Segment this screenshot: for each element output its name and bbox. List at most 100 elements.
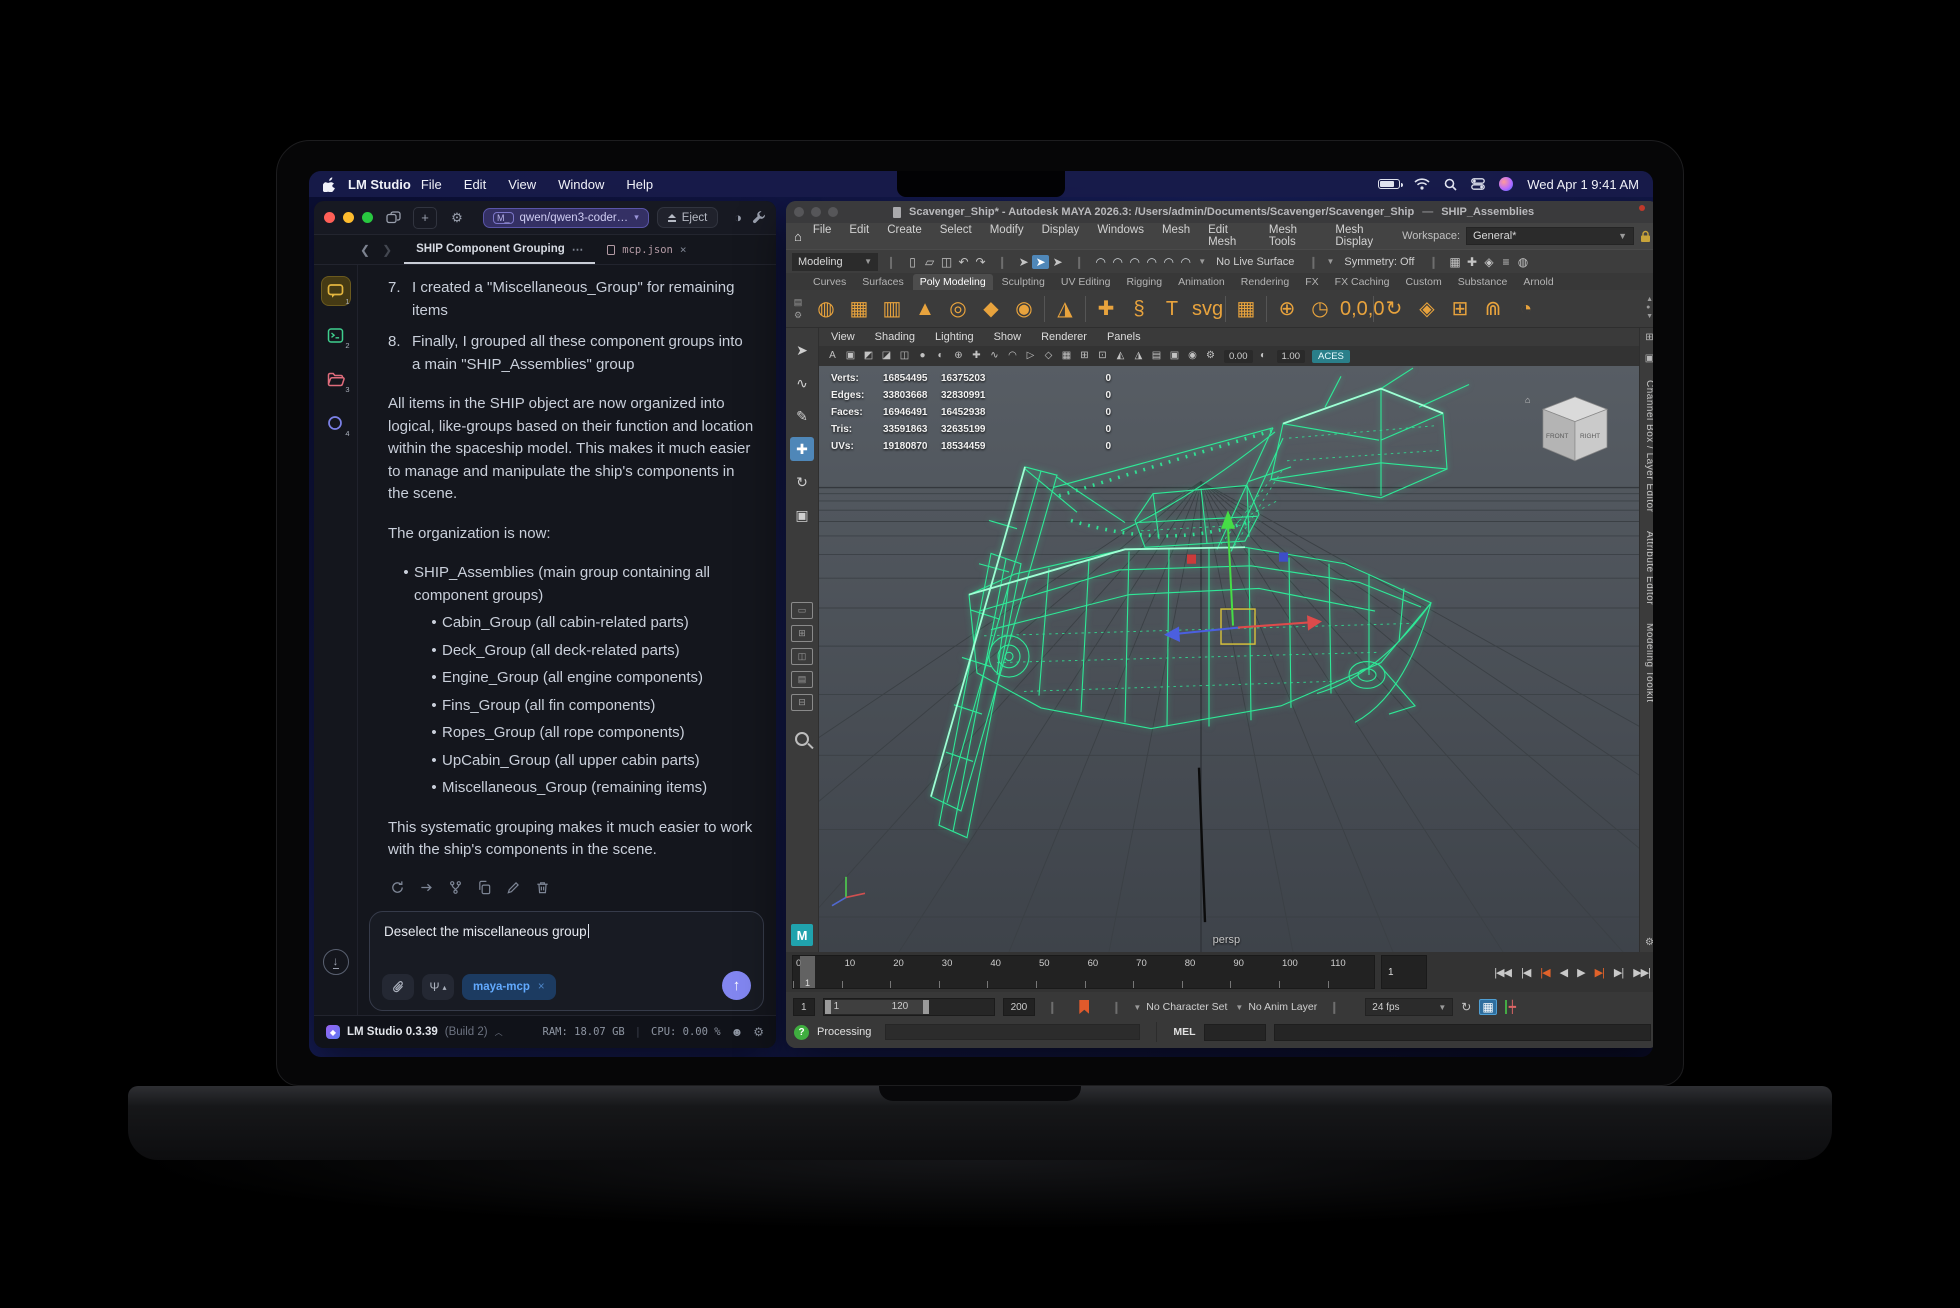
poly-count-icon[interactable]: ▦ (1233, 299, 1259, 319)
wifi-icon[interactable] (1414, 178, 1430, 190)
spotlight-search-icon[interactable] (1444, 178, 1457, 191)
shelf-tab[interactable]: FX (1298, 274, 1325, 290)
theme-icon[interactable]: ◑ (734, 210, 742, 225)
copy-icon[interactable] (477, 880, 492, 895)
regenerate-icon[interactable] (390, 880, 405, 895)
step-forward-key-button[interactable]: ▶| (1592, 966, 1607, 979)
poly-plane-icon[interactable]: ◆ (978, 299, 1004, 319)
macos-menu-item[interactable]: Edit (464, 177, 486, 192)
viewport-shade-icon[interactable]: ◩ (861, 349, 876, 363)
lock-workspace-icon[interactable] (1640, 230, 1651, 243)
attach-file-button[interactable] (382, 974, 414, 1000)
bookmark-icon[interactable] (1079, 1000, 1089, 1014)
zoom-window-button[interactable] (828, 207, 838, 217)
multi-cut-icon[interactable]: ⊞ (1447, 299, 1473, 319)
move-tool-icon[interactable]: ✚ (790, 437, 814, 461)
poly-pyramid-icon[interactable]: ◮ (1052, 299, 1078, 319)
auto-keyframe-icon[interactable]: ▦ (1479, 999, 1496, 1015)
panel-tab-label[interactable]: Modeling Toolkit (1644, 623, 1653, 703)
type-tool-icon[interactable]: T (1159, 299, 1185, 319)
siri-icon[interactable] (1499, 177, 1513, 191)
select-object-mode-icon[interactable]: ➤ (1032, 255, 1049, 269)
shelf-tab[interactable]: FX Caching (1328, 274, 1397, 290)
set-key-icon[interactable]: ┿ (1505, 1000, 1516, 1014)
tab-menu-icon[interactable]: ⋯ (572, 242, 584, 256)
maya-menu-item[interactable]: Mesh Display (1326, 224, 1402, 248)
step-back-frame-button[interactable]: |◀ (1518, 966, 1533, 979)
poly-sphere-icon[interactable]: ◍ (813, 299, 839, 319)
chat-input-box[interactable]: Deselect the miscellaneous group Ψ ▴ may… (369, 911, 764, 1011)
go-to-start-button[interactable]: |◀◀ (1491, 966, 1514, 979)
animation-end-field[interactable]: 200 (1003, 998, 1036, 1016)
poly-helix-icon[interactable]: § (1126, 299, 1152, 319)
chats-panel-icon[interactable] (381, 207, 405, 229)
exposure-icon[interactable]: ⚙ (1203, 349, 1218, 363)
active-app-name[interactable]: LM Studio (348, 177, 411, 192)
maya-menu-item[interactable]: File (804, 224, 841, 248)
snap-point-icon[interactable]: ◠ (1126, 255, 1143, 269)
menu-bar-clock[interactable]: Wed Apr 1 9:41 AM (1527, 177, 1639, 192)
panel-menu-item[interactable]: Panels (1107, 331, 1141, 343)
render-settings-icon[interactable]: ≡ (1498, 255, 1515, 269)
viewport-mb-icon[interactable]: ⊕ (951, 349, 966, 363)
viewport-iso-icon[interactable]: ◇ (1041, 349, 1056, 363)
minimize-window-button[interactable] (811, 207, 821, 217)
minimize-window-button[interactable] (343, 212, 354, 223)
plugins-button[interactable]: Ψ ▴ (422, 974, 454, 1000)
symmetry-label[interactable]: Symmetry: Off (1344, 256, 1414, 268)
sidebar-item-discover[interactable]: 4 (322, 409, 350, 437)
scale-tool-icon[interactable]: ▣ (790, 503, 814, 527)
lasso-tool-icon[interactable]: ∿ (790, 371, 814, 395)
timeline-ruler[interactable]: 0102030405060708090100110120 1 (792, 955, 1375, 989)
redo-icon[interactable]: ↷ (972, 255, 989, 269)
play-forwards-button[interactable]: ▶ (1574, 966, 1587, 979)
sidebar-item-my-models[interactable]: 3 (322, 365, 350, 393)
select-component-mode-icon[interactable]: ➤ (1049, 255, 1066, 269)
command-line-language[interactable]: MEL (1173, 1026, 1195, 1038)
panel-tab-label[interactable]: Channel Box / Layer Editor (1644, 380, 1653, 513)
continue-icon[interactable] (419, 880, 434, 895)
close-window-button[interactable] (324, 212, 335, 223)
help-icon[interactable]: ? (794, 1025, 809, 1040)
apple-logo-icon[interactable] (323, 177, 336, 192)
bake-time-icon[interactable]: ◷ (1307, 299, 1333, 319)
time-slider[interactable]: 0102030405060708090100110120 1 1 |◀◀|◀|◀… (786, 952, 1653, 992)
shelf-tab[interactable]: Surfaces (855, 274, 910, 290)
panel-cube-icon[interactable]: ▣ (1645, 353, 1653, 364)
close-window-button[interactable] (794, 207, 804, 217)
developer-wrench-icon[interactable] (752, 210, 766, 224)
viewport-light-icon[interactable]: ◉ (1185, 349, 1200, 363)
maya-menu-item[interactable]: Select (931, 224, 981, 248)
maya-menu-item[interactable]: Display (1033, 224, 1089, 248)
shelf-tab[interactable]: Animation (1171, 274, 1232, 290)
panel-menu-item[interactable]: Show (994, 331, 1022, 343)
step-forward-frame-button[interactable]: ▶| (1611, 966, 1626, 979)
maya-menu-item[interactable]: Mesh (1153, 224, 1199, 248)
sidebar-item-chat[interactable]: 1 (322, 277, 350, 305)
animation-start-field[interactable]: 1 (793, 998, 815, 1016)
range-slider[interactable]: 1 120 (823, 998, 995, 1016)
gamma-icon[interactable]: ◐ (1256, 349, 1271, 363)
panel-menu-item[interactable]: Shading (875, 331, 915, 343)
panel-menu-item[interactable]: Renderer (1041, 331, 1087, 343)
new-chat-button[interactable]: + (413, 207, 437, 229)
poly-cylinder-icon[interactable]: ▥ (879, 299, 905, 319)
viewport-gate-icon[interactable]: ✚ (969, 349, 984, 363)
shelf-tab[interactable]: Curves (806, 274, 853, 290)
app-version[interactable]: LM Studio 0.3.39 (347, 1026, 438, 1038)
remove-plugin-icon[interactable]: × (538, 981, 545, 993)
viewport-select-icon[interactable]: ▣ (843, 349, 858, 363)
viewport-fourview-icon[interactable]: ⊞ (1077, 349, 1092, 363)
shelf-menu-icon[interactable]: ▤ (790, 297, 806, 308)
eject-model-button[interactable]: Eject (657, 207, 719, 228)
maya-menu-item[interactable]: Windows (1088, 224, 1153, 248)
shelf-scroll-arrows[interactable]: ▲●▼ (1646, 296, 1653, 321)
viewport-ao-icon[interactable]: ◐ (933, 349, 948, 363)
reset-transform-icon[interactable]: 0,0,0 (1340, 299, 1366, 319)
svg-tool-icon[interactable]: svg (1192, 299, 1218, 319)
shelf-tab[interactable]: Custom (1399, 274, 1449, 290)
revolve-icon[interactable]: ◔ (1513, 299, 1539, 319)
range-start-handle[interactable] (825, 1000, 831, 1014)
snap-curve-icon[interactable]: ◠ (1109, 255, 1126, 269)
anim-layer-select[interactable]: ▼No Anim Layer (1235, 1001, 1317, 1013)
